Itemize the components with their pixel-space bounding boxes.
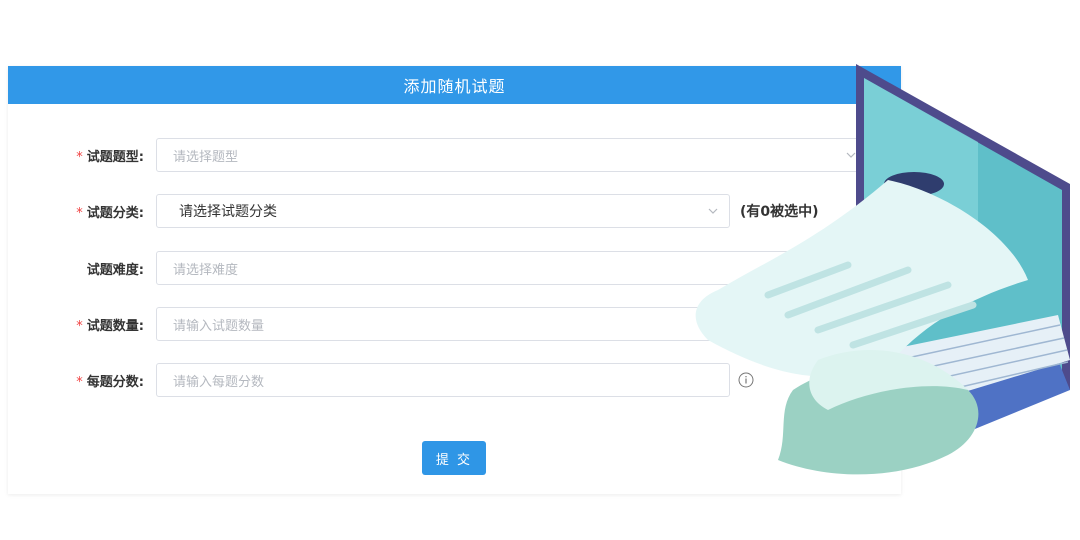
question-category-label: * 试题分类:: [76, 205, 144, 221]
difficulty-placeholder: 请选择难度: [173, 262, 239, 278]
score-per-question-placeholder: 请输入每题分数: [173, 374, 265, 390]
submit-button[interactable]: 提 交: [422, 441, 486, 475]
question-category-value: 请选择试题分类: [179, 204, 277, 220]
question-count-label: * 试题数量:: [76, 318, 144, 334]
required-star: *: [76, 205, 83, 221]
form-row-score-per-question: * 每题分数: 请输入每题分数: [8, 363, 754, 397]
score-per-question-input[interactable]: 请输入每题分数: [156, 363, 730, 397]
required-star: *: [76, 318, 83, 334]
question-type-label: * 试题题型:: [76, 149, 144, 165]
required-star: *: [76, 374, 83, 390]
difficulty-label: 试题难度:: [86, 262, 144, 278]
laptop-document-illustration: [695, 64, 1070, 475]
question-type-placeholder: 请选择题型: [173, 149, 239, 165]
question-category-select[interactable]: 请选择试题分类: [156, 194, 730, 228]
score-per-question-label: * 每题分数:: [76, 374, 144, 390]
required-star: *: [76, 149, 83, 165]
question-count-placeholder: 请输入试题数量: [173, 318, 265, 334]
